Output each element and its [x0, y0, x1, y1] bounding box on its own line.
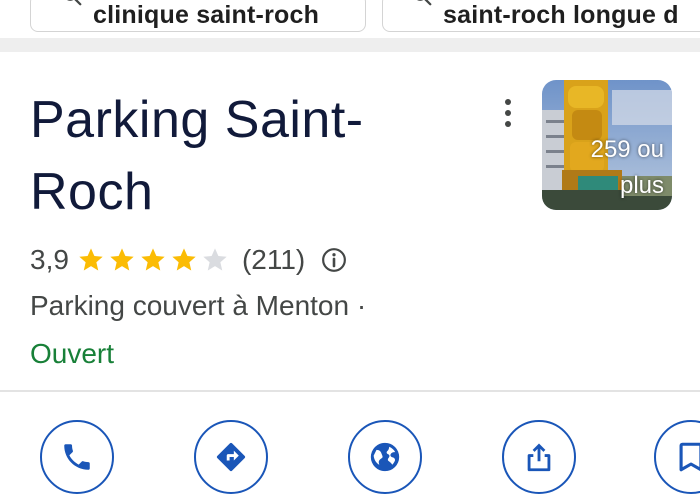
more-options-icon-dot: [505, 110, 511, 116]
suggestion-chips: clinique saint-roch saint-roch longue d: [0, 0, 700, 38]
share-icon: [527, 443, 551, 472]
directions-icon: [216, 442, 246, 472]
search-icon: [66, 0, 82, 6]
info-icon[interactable]: [321, 247, 347, 273]
call-button[interactable]: [40, 420, 114, 494]
more-options-button[interactable]: [496, 96, 520, 130]
rating-stars: [77, 246, 232, 274]
share-button[interactable]: [502, 420, 576, 494]
star-filled-icon: [172, 248, 196, 271]
star-filled-icon: [79, 248, 103, 271]
place-photo[interactable]: 259 ou plus: [542, 80, 672, 210]
website-button[interactable]: [348, 420, 422, 494]
place-category: Parking couvert à Menton ·: [30, 290, 367, 321]
rating-row[interactable]: 3,9 (211): [30, 240, 347, 280]
phone-icon: [64, 444, 90, 470]
place-title: Parking Saint-Roch: [30, 91, 364, 221]
more-options-icon-dot: [505, 121, 511, 127]
suggestion-chip-label: saint-roch longue d: [443, 1, 679, 29]
directions-button[interactable]: [194, 420, 268, 494]
suggestion-chip-1[interactable]: clinique saint-roch: [30, 0, 366, 32]
section-separator: [0, 38, 700, 52]
save-button[interactable]: [654, 420, 700, 494]
review-count: (211): [241, 244, 306, 275]
star-empty-icon: [203, 248, 227, 271]
bookmark-icon: [679, 442, 700, 472]
globe-icon: [370, 442, 400, 472]
suggestion-chip-label: clinique saint-roch: [93, 1, 320, 29]
search-icon: [416, 0, 432, 6]
divider: [0, 390, 700, 392]
star-filled-icon: [141, 248, 165, 271]
suggestion-chip-2[interactable]: saint-roch longue d: [382, 0, 700, 32]
more-options-icon: [505, 99, 511, 105]
place-sheet: clinique saint-roch saint-roch longue d …: [0, 0, 700, 500]
rating-value: 3,9: [30, 244, 69, 275]
open-status: Ouvert: [30, 338, 115, 369]
star-filled-icon: [110, 248, 134, 271]
photo-count-caption: 259 ou plus: [590, 136, 664, 199]
